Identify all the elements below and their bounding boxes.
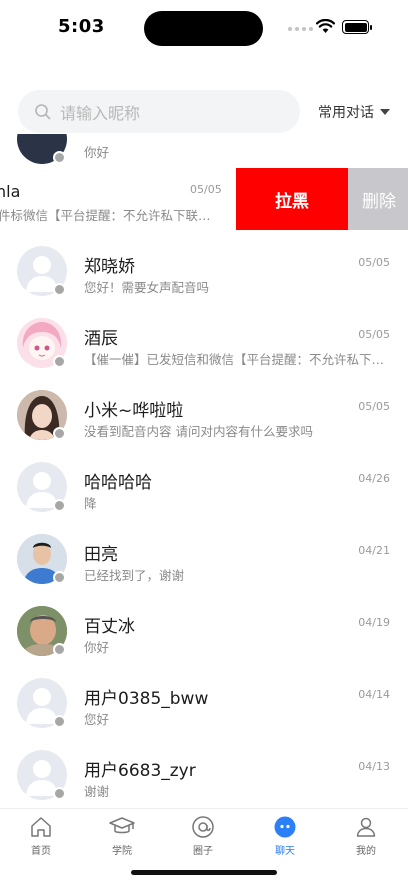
last-message: 【催一催】已发短信和微信【平台提醒：不允许私下交易】 xyxy=(84,352,390,367)
filter-label: 常用对话 xyxy=(318,105,374,121)
last-message: 件标微信【平台提醒：不允许私下联… xyxy=(0,208,211,223)
presence-dot xyxy=(53,151,66,164)
swiped-list-item[interactable]: nla 件标微信【平台提醒：不允许私下联… 05/05 拉黑 删除 xyxy=(0,168,408,230)
last-message: 您好 xyxy=(84,712,110,727)
delete-button[interactable]: 删除 xyxy=(348,168,408,230)
message-date: 05/05 xyxy=(358,256,390,269)
at-circle-icon xyxy=(192,816,214,838)
last-message: 谢谢 xyxy=(84,784,110,799)
person-icon xyxy=(356,817,376,837)
message-date: 05/05 xyxy=(358,400,390,413)
presence-dot xyxy=(53,571,66,584)
battery-icon xyxy=(342,20,372,34)
search-row: 请输入昵称 常用对话 xyxy=(0,90,408,134)
status-bar: 5:03 xyxy=(0,0,408,56)
last-message: 你好 xyxy=(84,145,110,160)
signal-icon xyxy=(288,27,313,31)
contact-name: 用户0385_bww xyxy=(84,689,209,709)
tab-label: 首页 xyxy=(31,846,51,857)
list-item[interactable]: 酒辰 【催一催】已发短信和微信【平台提醒：不允许私下交易】 05/05 xyxy=(0,308,408,380)
conversation-filter-dropdown[interactable]: 常用对话 xyxy=(318,102,390,122)
last-message: 没看到配音内容 请问对内容有什么要求吗 xyxy=(84,424,313,439)
message-date: 04/21 xyxy=(358,544,390,557)
chat-list: 你好 nla 件标微信【平台提醒：不允许私下联… 05/05 拉黑 删除 郑晓娇… xyxy=(0,134,408,808)
last-message: 你好 xyxy=(84,640,110,655)
contact-name: 用户6683_zyr xyxy=(84,761,196,781)
message-date: 05/05 xyxy=(190,183,222,196)
message-date: 04/19 xyxy=(358,616,390,629)
presence-dot xyxy=(53,427,66,440)
home-icon xyxy=(31,817,51,837)
contact-name: 郑晓娇 xyxy=(84,257,135,277)
contact-name: nla xyxy=(0,182,21,201)
tab-circle[interactable]: 圈子 xyxy=(173,815,233,857)
wifi-icon xyxy=(316,19,335,33)
search-icon xyxy=(35,103,51,119)
presence-dot xyxy=(53,283,66,296)
tab-label: 圈子 xyxy=(193,846,213,857)
block-button[interactable]: 拉黑 xyxy=(236,168,348,230)
list-item[interactable]: 用户0385_bww 您好 04/14 xyxy=(0,668,408,740)
tab-home[interactable]: 首页 xyxy=(11,815,71,857)
list-item[interactable]: 郑晓娇 您好！需要女声配音吗 05/05 xyxy=(0,236,408,308)
message-date: 04/26 xyxy=(358,472,390,485)
presence-dot xyxy=(53,499,66,512)
tab-academy[interactable]: 学院 xyxy=(92,815,152,857)
status-time: 5:03 xyxy=(58,16,105,37)
message-date: 05/05 xyxy=(358,328,390,341)
contact-name: 哈哈哈哈 xyxy=(84,473,152,493)
graduation-cap-icon xyxy=(109,817,135,834)
presence-dot xyxy=(53,355,66,368)
tab-label: 学院 xyxy=(112,846,132,857)
caret-down-icon xyxy=(380,109,390,115)
last-message: 降 xyxy=(84,496,97,511)
chat-bubble-icon xyxy=(274,816,296,838)
presence-dot xyxy=(53,715,66,728)
contact-name: 百丈冰 xyxy=(84,617,135,637)
search-input[interactable]: 请输入昵称 xyxy=(18,90,300,133)
contact-name: 田亮 xyxy=(84,545,118,565)
tab-chat[interactable]: 聊天 xyxy=(255,815,315,857)
presence-dot xyxy=(53,643,66,656)
list-item[interactable]: 哈哈哈哈 降 04/26 xyxy=(0,452,408,524)
message-date: 04/14 xyxy=(358,688,390,701)
search-placeholder: 请输入昵称 xyxy=(60,103,141,123)
presence-dot xyxy=(53,787,66,800)
tab-label: 我的 xyxy=(356,846,376,857)
last-message: 已经找到了，谢谢 xyxy=(84,568,185,583)
contact-name: 小米~哗啦啦 xyxy=(84,401,184,421)
message-date: 04/13 xyxy=(358,760,390,773)
last-message: 您好！需要女声配音吗 xyxy=(84,280,210,295)
tab-label: 聊天 xyxy=(275,846,295,857)
list-item[interactable]: 小米~哗啦啦 没看到配音内容 请问对内容有什么要求吗 05/05 xyxy=(0,380,408,452)
list-item[interactable]: 百丈冰 你好 04/19 xyxy=(0,596,408,668)
contact-name: 酒辰 xyxy=(84,329,118,349)
dynamic-island xyxy=(144,11,263,46)
tab-mine[interactable]: 我的 xyxy=(336,815,396,857)
list-item[interactable]: 用户6683_zyr 谢谢 04/13 xyxy=(0,740,408,808)
home-indicator xyxy=(131,870,277,875)
list-item[interactable]: 田亮 已经找到了，谢谢 04/21 xyxy=(0,524,408,596)
